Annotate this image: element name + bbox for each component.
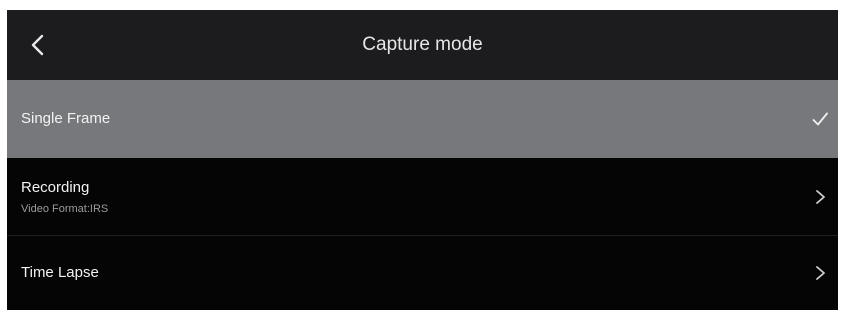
checkmark-icon <box>812 110 828 128</box>
back-button[interactable] <box>21 28 55 62</box>
capture-mode-screen: Capture mode Single Frame Recording Vide… <box>7 10 838 310</box>
chevron-right-icon <box>812 188 828 206</box>
mode-recording[interactable]: Recording Video Format:IRS <box>7 158 838 236</box>
page-title: Capture mode <box>362 34 483 55</box>
mode-single-frame[interactable]: Single Frame <box>7 80 838 158</box>
chevron-right-icon <box>812 264 828 282</box>
mode-label: Single Frame <box>21 110 111 127</box>
mode-label: Time Lapse <box>21 264 99 281</box>
mode-time-lapse[interactable]: Time Lapse <box>7 236 838 310</box>
mode-subtitle: Video Format:IRS <box>21 203 109 215</box>
mode-label: Recording <box>21 179 90 196</box>
chevron-left-icon <box>31 34 44 56</box>
header-bar: Capture mode <box>7 10 838 80</box>
capture-mode-list: Single Frame Recording Video Format:IRS … <box>7 80 838 310</box>
